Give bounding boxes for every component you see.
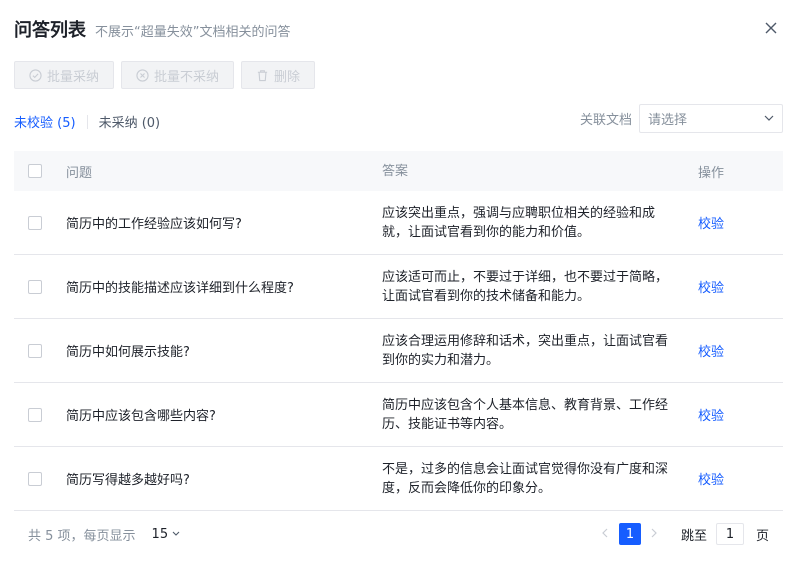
page-size-value: 15 (151, 526, 169, 542)
column-header-answer: 答案 (382, 163, 409, 179)
answer-cell: 不是，过多的信息会让面试官觉得你没有广度和深度，反而会降低你的印象分。 (382, 461, 669, 496)
toolbar: 批量采纳 批量不采纳 删除 (14, 61, 316, 89)
qa-table: 问题 答案 操作 简历中的工作经验应该如何写? 应该突出重点，强调与应聘职位相关… (14, 151, 783, 511)
jump-label: 跳至 (680, 528, 707, 544)
table-row: 简历中的技能描述应该详细到什么程度? 应该适可而止，不要过于详细，也不要过于简略… (14, 255, 783, 319)
batch-accept-button[interactable]: 批量采纳 (14, 61, 115, 89)
question-cell: 简历中的工作经验应该如何写? (66, 217, 242, 232)
dialog-subtitle: 不展示“超量失效”文档相关的问答 (95, 25, 291, 40)
pager: 1 跳至 1 页 (593, 523, 769, 545)
delete-label: 删除 (274, 69, 301, 85)
verify-link[interactable]: 校验 (698, 345, 724, 360)
total-count: 共 5 项，每页显示 (28, 528, 136, 544)
question-cell: 简历中的技能描述应该详细到什么程度? (66, 281, 294, 296)
tab-unverified[interactable]: 未校验 (5) (14, 112, 76, 131)
close-circle-icon (136, 68, 149, 82)
trash-icon (257, 69, 268, 81)
page-size-select[interactable]: 15 (152, 527, 181, 542)
question-cell: 简历中应该包含哪些内容? (66, 409, 216, 424)
select-placeholder: 请选择 (648, 113, 688, 128)
verify-link[interactable]: 校验 (698, 409, 724, 424)
row-checkbox[interactable] (28, 279, 42, 294)
check-circle-icon (29, 68, 42, 82)
page-number-current[interactable]: 1 (618, 523, 641, 545)
verify-link[interactable]: 校验 (698, 217, 724, 232)
row-checkbox[interactable] (28, 471, 42, 486)
answer-cell: 应该适可而止，不要过于详细，也不要过于简略，让面试官看到你的技术储备和能力。 (382, 269, 669, 304)
row-checkbox[interactable] (28, 407, 42, 422)
tab-not-accepted[interactable]: 未采纳 (0) (99, 112, 161, 131)
table-row: 简历写得越多越好吗? 不是，过多的信息会让面试官觉得你没有广度和深度，反而会降低… (14, 447, 783, 511)
dialog-header: 问答列表 不展示“超量失效”文档相关的问答 (14, 16, 290, 42)
column-header-question: 问题 (66, 165, 93, 181)
document-filter: 关联文档 请选择 (580, 104, 783, 133)
chevron-down-icon (764, 113, 774, 124)
dialog-title: 问答列表 (14, 20, 86, 41)
row-checkbox[interactable] (28, 215, 42, 230)
prev-page-icon[interactable] (593, 526, 617, 542)
jump-page-input[interactable]: 1 (715, 523, 744, 545)
table-row: 简历中如何展示技能? 应该合理运用修辞和话术，突出重点，让面试官看到你的实力和潜… (14, 319, 783, 383)
batch-reject-label: 批量不采纳 (154, 69, 220, 85)
batch-reject-button[interactable]: 批量不采纳 (121, 61, 235, 89)
batch-accept-label: 批量采纳 (47, 69, 100, 85)
row-checkbox[interactable] (28, 343, 42, 358)
column-header-action: 操作 (698, 165, 725, 181)
table-header: 问题 答案 操作 (14, 151, 783, 191)
answer-cell: 应该合理运用修辞和话术，突出重点，让面试官看到你的实力和潜力。 (382, 333, 669, 368)
answer-cell: 应该突出重点，强调与应聘职位相关的经验和成就，让面试官看到你的能力和价值。 (382, 205, 656, 240)
chevron-down-icon (172, 529, 180, 539)
status-tabs: 未校验 (5) 未采纳 (0) (14, 112, 160, 131)
question-cell: 简历中如何展示技能? (66, 345, 190, 360)
question-cell: 简历写得越多越好吗? (66, 473, 190, 488)
tab-divider (86, 114, 88, 129)
pagination-bar: 共 5 项，每页显示 15 1 跳至 1 页 (14, 520, 783, 548)
delete-button[interactable]: 删除 (241, 61, 316, 89)
next-page-icon[interactable] (643, 526, 667, 542)
filter-label: 关联文档 (579, 113, 632, 128)
answer-cell: 简历中应该包含个人基本信息、教育背景、工作经历、技能证书等内容。 (382, 397, 669, 432)
select-all-checkbox[interactable] (28, 164, 42, 178)
table-row: 简历中应该包含哪些内容? 简历中应该包含个人基本信息、教育背景、工作经历、技能证… (14, 383, 783, 447)
table-row: 简历中的工作经验应该如何写? 应该突出重点，强调与应聘职位相关的经验和成就，让面… (14, 191, 783, 255)
verify-link[interactable]: 校验 (698, 281, 724, 296)
page-unit-label: 页 (755, 528, 769, 544)
verify-link[interactable]: 校验 (698, 473, 724, 488)
document-select[interactable]: 请选择 (639, 104, 783, 133)
close-icon[interactable] (761, 18, 781, 38)
